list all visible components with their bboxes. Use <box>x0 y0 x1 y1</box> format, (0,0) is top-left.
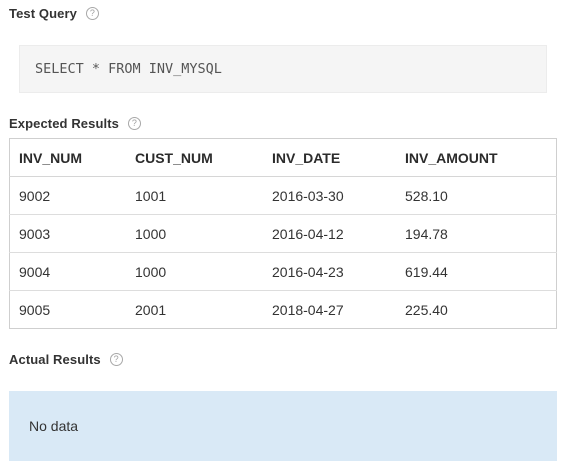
column-header: INV_AMOUNT <box>396 138 557 177</box>
table-cell: 1001 <box>126 176 263 215</box>
table-cell: 9005 <box>19 301 51 318</box>
column-header: CUST_NUM <box>126 138 263 177</box>
expected-results-heading: Expected Results ? <box>9 116 141 131</box>
table-cell: 2016-03-30 <box>263 176 396 215</box>
table-cell: 9002 <box>9 176 126 215</box>
test-query-heading: Test Query ? <box>9 6 99 21</box>
table-cell: 9004 <box>9 252 126 291</box>
help-icon[interactable]: ? <box>127 117 141 130</box>
table-row: 9002 1001 2016-03-30 528.10 <box>9 176 557 215</box>
help-icon[interactable]: ? <box>85 7 99 20</box>
table-cell: 2018-04-27 <box>272 301 344 318</box>
table-cell: 2001 <box>135 301 167 318</box>
test-query-title: Test Query <box>9 6 77 21</box>
sql-query-text: SELECT * FROM INV_MYSQL <box>35 61 222 77</box>
no-data-message: No data <box>29 418 79 434</box>
table-cell: 619.44 <box>396 252 557 291</box>
table-header-row: INV_NUM CUST_NUM INV_DATE INV_AMOUNT <box>9 138 557 177</box>
actual-results-heading: Actual Results ? <box>9 352 123 367</box>
table-cell: 2016-04-23 <box>263 252 396 291</box>
table-cell: 194.78 <box>396 214 557 253</box>
table-row: 9003 1000 2016-04-12 194.78 <box>9 214 557 253</box>
expected-results-table: INV_NUM CUST_NUM INV_DATE INV_AMOUNT 900… <box>9 138 557 329</box>
table-cell: 1000 <box>126 214 263 253</box>
table-row: 9004 1000 2016-04-23 619.44 <box>9 252 557 291</box>
table-row: 9005 2001 2018-04-27 225.40 <box>10 291 557 329</box>
table-cell: 225.40 <box>405 301 448 318</box>
table-cell: 1000 <box>126 252 263 291</box>
table-cell: 9003 <box>9 214 126 253</box>
sql-query-box: SELECT * FROM INV_MYSQL <box>19 45 547 93</box>
column-header: INV_DATE <box>263 138 396 177</box>
help-icon[interactable]: ? <box>109 353 123 366</box>
no-data-panel: No data <box>9 391 557 461</box>
expected-results-title: Expected Results <box>9 116 119 131</box>
actual-results-title: Actual Results <box>9 352 101 367</box>
table-cell: 2016-04-12 <box>263 214 396 253</box>
column-header: INV_NUM <box>9 138 126 177</box>
table-cell: 528.10 <box>396 176 557 215</box>
